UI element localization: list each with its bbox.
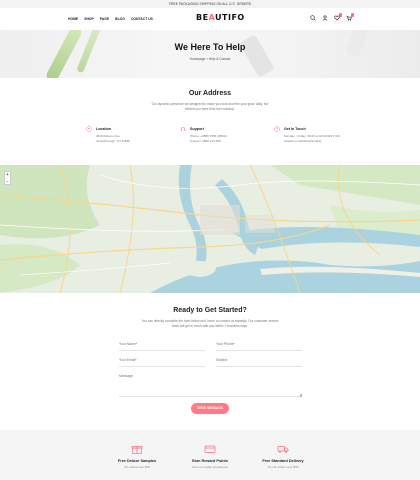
subject-input[interactable] xyxy=(216,358,302,362)
feature-desc: On UK orders over $30 xyxy=(267,465,299,469)
feature-title: Earn Reward Points xyxy=(192,459,228,463)
promo-bar: FREE PACKAGING SHIPPING ON ALL U.S. ORDE… xyxy=(0,0,420,8)
promo-text: FREE PACKAGING SHIPPING ON ALL U.S. ORDE… xyxy=(169,2,251,6)
gift-icon xyxy=(131,446,143,454)
name-input[interactable] xyxy=(119,342,205,346)
truck-icon xyxy=(277,446,289,453)
feature-desc: Join our loyalty programme xyxy=(191,465,229,469)
email-input[interactable] xyxy=(119,358,205,362)
search-icon[interactable] xyxy=(310,15,316,21)
logo[interactable]: BEAUTIFO xyxy=(196,13,245,22)
support-text: Phone: +0588 7856 305021 Support: 0800 12… xyxy=(190,134,228,143)
support-title: Support xyxy=(190,127,204,131)
wishlist-badge xyxy=(338,13,342,17)
message-field[interactable] xyxy=(119,369,302,397)
feature-rewards: Earn Reward Points Join our loyalty prog… xyxy=(170,444,250,469)
phone-input[interactable] xyxy=(216,342,302,346)
hero-banner: We Here To Help Homepage > Help & Contac… xyxy=(0,30,420,78)
feature-desc: On orders over $50 xyxy=(124,465,150,469)
contact-form-title: Ready to Get Started? xyxy=(173,307,247,314)
page-title: We Here To Help xyxy=(174,42,246,52)
feature-title: Free Standard Delivery xyxy=(262,459,304,463)
feature-samples: Free Deluxe Samples On orders over $50 xyxy=(97,444,177,469)
message-input[interactable] xyxy=(119,374,302,394)
resize-handle-icon: ◢ xyxy=(299,392,303,397)
subject-field[interactable] xyxy=(216,353,302,367)
cart-badge xyxy=(350,13,354,17)
cosmetic-tube-image xyxy=(239,34,275,78)
name-field[interactable] xyxy=(119,337,205,351)
location-text: 4819 Rubens Ave Jonesborough, TN 37659 xyxy=(96,134,130,143)
zoom-out-button[interactable]: − xyxy=(5,179,10,186)
phone-field[interactable] xyxy=(216,337,302,351)
contact-form-description: You can directly complete the form below… xyxy=(141,319,279,328)
breadcrumb[interactable]: Homepage > Help & Contact xyxy=(0,57,420,61)
map-zoom-controls: + − xyxy=(4,171,11,185)
header-icons xyxy=(310,13,354,21)
site-header: HOME SHOP PAGE BLOG CONTACT US BEAUTIFO xyxy=(0,8,420,30)
map-pin-icon xyxy=(86,126,92,132)
touch-title: Get In Touch xyxy=(284,127,306,131)
send-message-button[interactable]: SEND MESSAGE xyxy=(191,403,229,414)
location-title: Location xyxy=(96,127,111,131)
headset-icon xyxy=(180,126,186,131)
email-field[interactable] xyxy=(119,353,205,367)
user-icon[interactable] xyxy=(322,15,328,21)
cart-icon[interactable] xyxy=(346,13,354,21)
nav-page[interactable]: PAGE xyxy=(100,17,109,21)
nav-blog[interactable]: BLOG xyxy=(115,17,125,21)
clock-icon xyxy=(274,126,280,132)
feature-title: Free Deluxe Samples xyxy=(117,459,157,463)
nav-contact[interactable]: CONTACT US xyxy=(131,17,153,21)
feature-delivery: Free Standard Delivery On UK orders over… xyxy=(243,444,323,469)
location-map[interactable] xyxy=(0,165,420,293)
address-title: Our Address xyxy=(188,90,232,97)
touch-text: Monday - Friday: 09:00 to 18:00 (EST UK)… xyxy=(284,134,341,143)
nav-shop[interactable]: SHOP xyxy=(84,17,94,21)
card-icon xyxy=(204,445,216,453)
zoom-in-button[interactable]: + xyxy=(5,172,10,179)
map-canvas[interactable] xyxy=(0,165,420,293)
address-description: Our dynamic presence we designed to make… xyxy=(151,102,269,111)
heart-icon[interactable] xyxy=(334,13,342,21)
nav-home[interactable]: HOME xyxy=(68,17,78,21)
main-nav: HOME SHOP PAGE BLOG CONTACT US xyxy=(68,17,153,21)
